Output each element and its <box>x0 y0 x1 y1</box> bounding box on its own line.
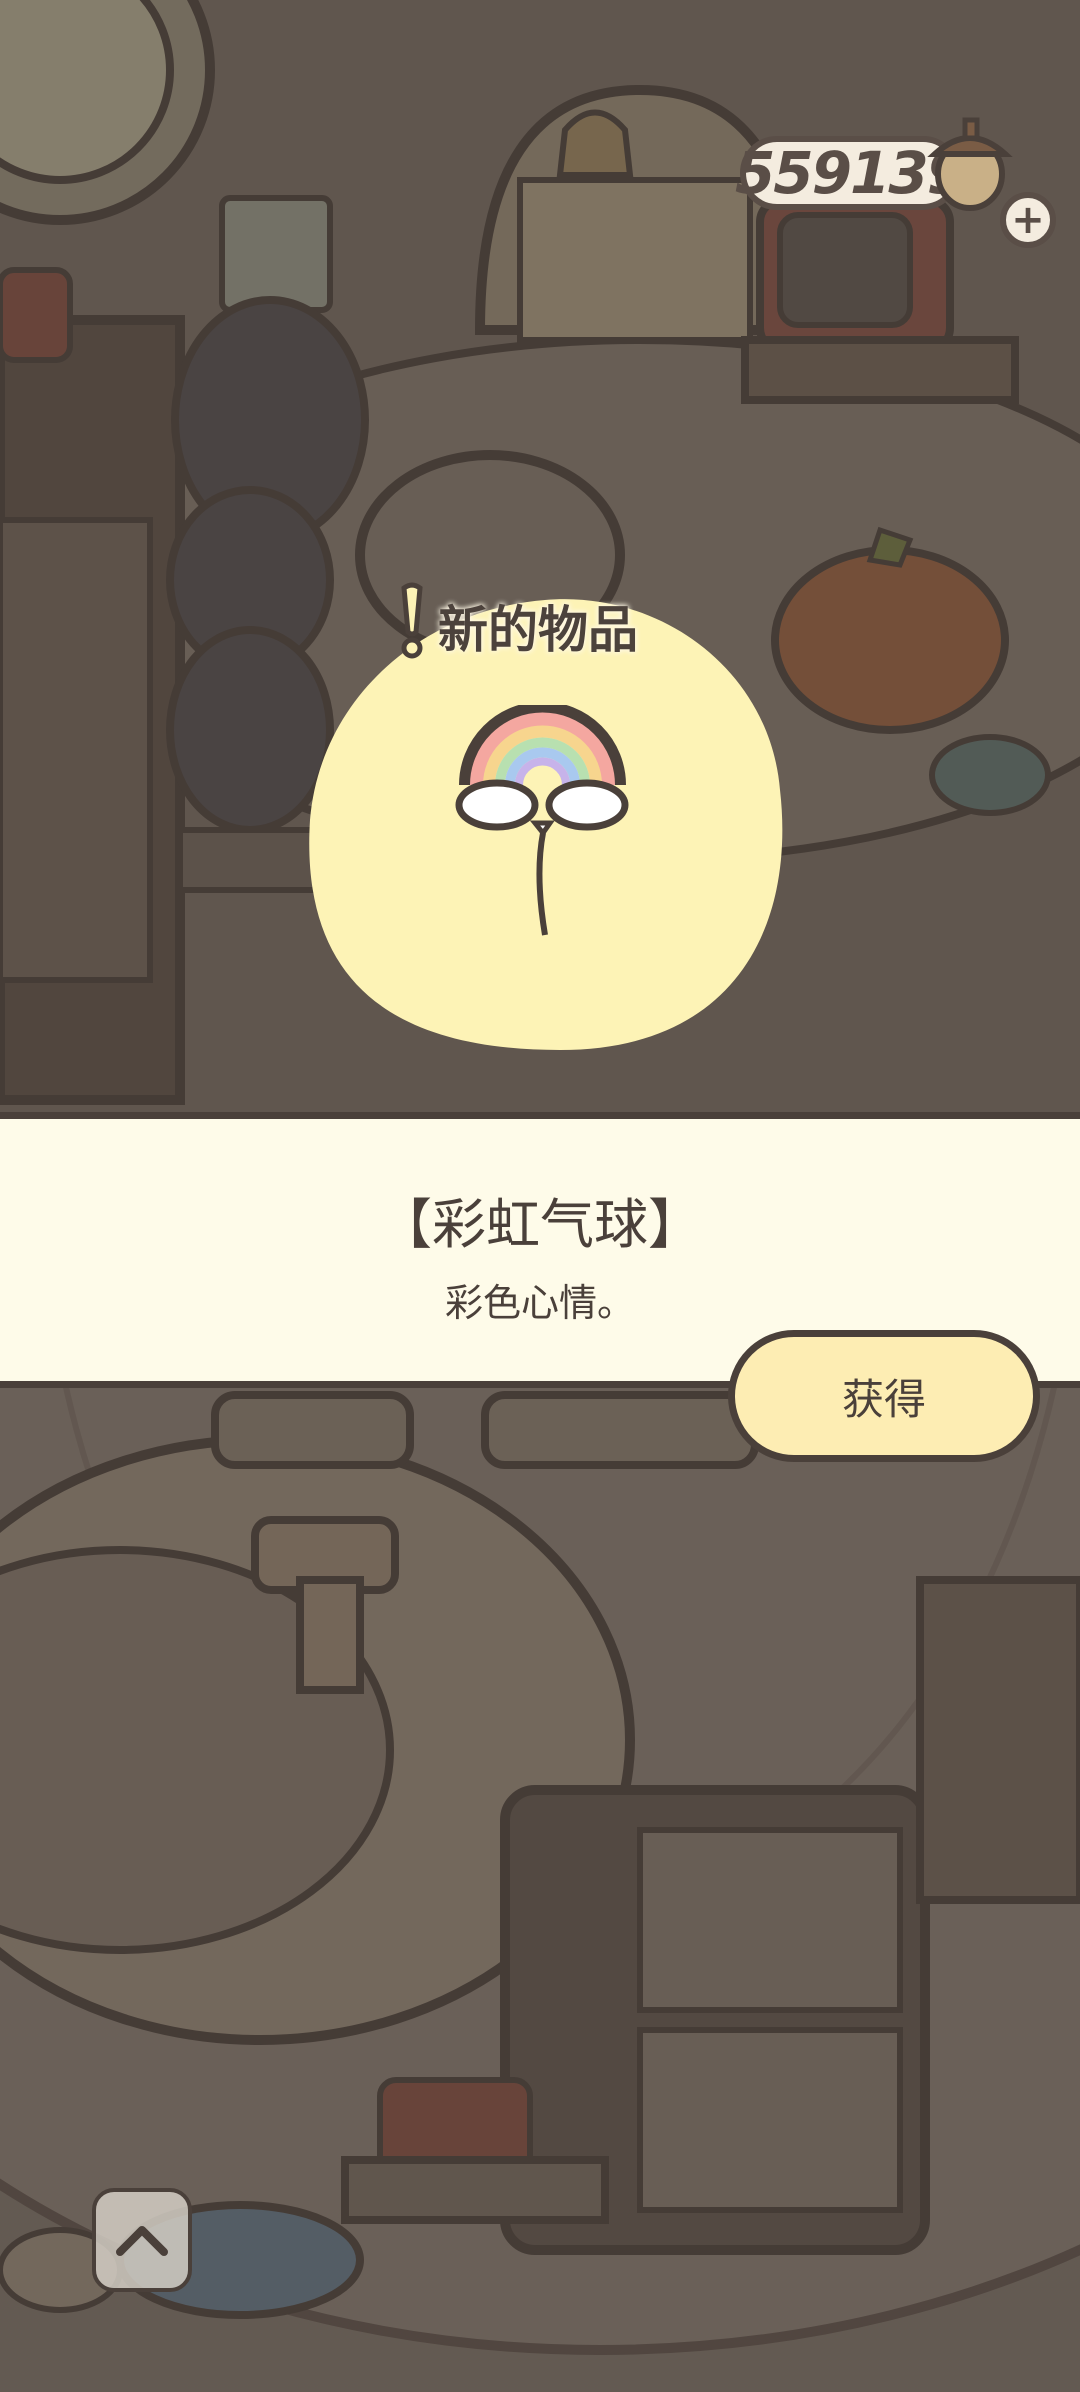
plus-icon: + <box>1011 197 1045 243</box>
new-item-label: 新的物品 <box>438 601 638 659</box>
exclamation-icon <box>401 582 423 659</box>
item-name: 【彩虹气球】 <box>378 1193 702 1256</box>
obtain-button-label: 获得 <box>841 1374 926 1424</box>
rainbow-balloon-icon <box>455 705 629 936</box>
chevron-up-icon <box>116 2226 168 2256</box>
acorn-icon <box>927 117 1013 211</box>
add-currency-button[interactable]: + <box>1000 192 1056 248</box>
scroll-up-button[interactable] <box>92 2188 192 2292</box>
obtain-button[interactable]: 获得 <box>728 1330 1040 1462</box>
item-description: 彩色心情。 <box>444 1281 635 1325</box>
